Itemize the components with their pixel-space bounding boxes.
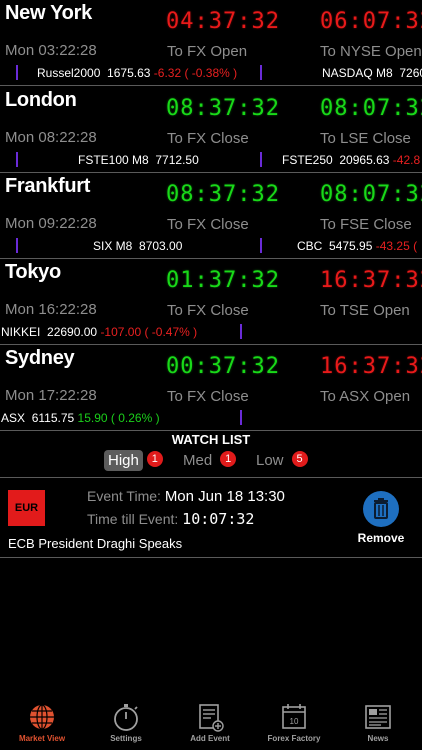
remove-button[interactable]: Remove bbox=[357, 491, 405, 546]
ticker-item: NASDAQ M8 7260 bbox=[322, 66, 422, 80]
calendar-icon: 10 bbox=[282, 704, 306, 729]
remove-label: Remove bbox=[357, 531, 405, 545]
tab-settings[interactable]: Settings bbox=[84, 700, 168, 743]
newspaper-icon bbox=[365, 705, 391, 729]
local-time: Mon 03:22:28 bbox=[5, 42, 97, 59]
fx-countdown: 00:37:32 bbox=[166, 354, 280, 379]
exchange-countdown: 16:37:32 bbox=[320, 268, 422, 293]
watch-list-title: WATCH LIST bbox=[171, 432, 251, 447]
ticker-divider bbox=[260, 238, 262, 253]
ticker-divider bbox=[16, 238, 18, 253]
ticker-divider bbox=[240, 410, 242, 425]
filter-high[interactable]: High 1 bbox=[104, 450, 163, 474]
tab-market-view[interactable]: Market View bbox=[0, 700, 84, 743]
tab-add-event[interactable]: Add Event bbox=[168, 700, 252, 743]
trash-icon bbox=[363, 491, 399, 527]
index-ticker: SIX M8 8703.00 CBC 5475.95 -43.25 ( bbox=[0, 236, 422, 256]
event-title: ECB President Draghi Speaks bbox=[8, 536, 183, 551]
exchange-countdown: 16:37:32 bbox=[320, 354, 422, 379]
fx-countdown-label: To FX Close bbox=[167, 388, 249, 405]
local-time: Mon 08:22:28 bbox=[5, 129, 97, 146]
fx-countdown-label: To FX Close bbox=[167, 130, 249, 147]
divider bbox=[0, 557, 422, 558]
count-badge: 1 bbox=[220, 451, 237, 467]
filter-label: Med bbox=[183, 452, 213, 469]
exchange-countdown: 08:07:32 bbox=[320, 182, 422, 207]
market-row-sydney[interactable]: Sydney 00:37:32 16:37:32 Mon 17:22:28 To… bbox=[0, 345, 422, 431]
local-time: Mon 09:22:28 bbox=[5, 215, 97, 232]
city-name: New York bbox=[5, 2, 92, 24]
ticker-item: Russel2000 1675.63 -6.32 ( -0.38% ) bbox=[37, 66, 238, 80]
tab-label: News bbox=[367, 734, 389, 743]
ticker-item: CBC 5475.95 -43.25 ( bbox=[297, 239, 418, 253]
fx-countdown: 01:37:32 bbox=[166, 268, 280, 293]
index-ticker: ASX 6115.75 15.90 ( 0.26% ) bbox=[0, 408, 422, 428]
exchange-countdown-label: To ASX Open bbox=[320, 388, 411, 405]
fx-countdown-label: To FX Close bbox=[167, 216, 249, 233]
tab-label: Forex Factory bbox=[267, 734, 321, 743]
city-name: Frankfurt bbox=[5, 175, 91, 197]
row-separator bbox=[0, 85, 422, 86]
count-badge: 1 bbox=[146, 451, 163, 467]
index-ticker: Russel2000 1675.63 -6.32 ( -0.38% ) NASD… bbox=[0, 63, 422, 83]
globe-icon bbox=[30, 704, 54, 730]
ticker-item: NIKKEI 22690.00 -107.00 ( -0.47% ) bbox=[1, 325, 198, 339]
ticker-item: FSTE250 20965.63 -42.8 bbox=[282, 153, 421, 167]
filter-med[interactable]: Med 1 bbox=[179, 450, 237, 474]
city-name: London bbox=[5, 89, 77, 111]
ticker-divider bbox=[16, 65, 18, 80]
market-row-london[interactable]: London 08:37:32 08:07:32 Mon 08:22:28 To… bbox=[0, 87, 422, 173]
market-row-new-york[interactable]: New York 04:37:32 06:07:32 Mon 03:22:28 … bbox=[0, 0, 422, 86]
currency-flag: EUR bbox=[8, 490, 45, 526]
ticker-divider bbox=[16, 152, 18, 167]
market-row-tokyo[interactable]: Tokyo 01:37:32 16:37:32 Mon 16:22:28 To … bbox=[0, 259, 422, 345]
city-name: Sydney bbox=[5, 347, 75, 369]
exchange-countdown-label: To LSE Close bbox=[320, 130, 411, 147]
event-time: Event Time: Mon Jun 18 13:30 bbox=[87, 488, 285, 505]
fx-countdown: 08:37:32 bbox=[166, 182, 280, 207]
ticker-divider bbox=[240, 324, 242, 339]
exchange-countdown-label: To NYSE Open bbox=[320, 43, 422, 60]
watch-list-header: WATCH LIST High 1 Med 1 Low 5 bbox=[0, 429, 422, 477]
fx-countdown: 04:37:32 bbox=[166, 9, 280, 34]
exchange-countdown-label: To TSE Open bbox=[320, 302, 410, 319]
index-ticker: NIKKEI 22690.00 -107.00 ( -0.47% ) bbox=[0, 322, 422, 342]
filter-label: High bbox=[104, 450, 143, 471]
tab-label: Market View bbox=[18, 734, 66, 743]
filter-label: Low bbox=[256, 452, 284, 469]
count-badge: 5 bbox=[291, 451, 308, 467]
divider bbox=[0, 477, 422, 478]
ticker-divider bbox=[260, 152, 262, 167]
ticker-item: ASX 6115.75 15.90 ( 0.26% ) bbox=[1, 411, 160, 425]
fx-countdown: 08:37:32 bbox=[166, 96, 280, 121]
index-ticker: FSTE100 M8 7712.50 FSTE250 20965.63 -42.… bbox=[0, 150, 422, 170]
local-time: Mon 17:22:28 bbox=[5, 387, 97, 404]
exchange-countdown: 06:07:32 bbox=[320, 9, 422, 34]
exchange-countdown-label: To FSE Close bbox=[320, 216, 412, 233]
time-till-event: Time till Event: 10:07:32 bbox=[87, 510, 255, 528]
exchange-countdown: 08:07:32 bbox=[320, 96, 422, 121]
ticker-item: FSTE100 M8 7712.50 bbox=[78, 153, 199, 167]
tab-label: Settings bbox=[110, 734, 142, 743]
ticker-divider bbox=[260, 65, 262, 80]
tab-bar: Market View Settings Add Event 10 Forex … bbox=[0, 694, 422, 750]
tab-label: Add Event bbox=[190, 734, 230, 743]
filter-low[interactable]: Low 5 bbox=[252, 450, 308, 474]
ticker-item: SIX M8 8703.00 bbox=[93, 239, 183, 253]
event-row[interactable]: EUR Event Time: Mon Jun 18 13:30 Time ti… bbox=[0, 477, 422, 558]
tab-news[interactable]: News bbox=[336, 700, 420, 743]
fx-countdown-label: To FX Open bbox=[167, 43, 248, 60]
city-name: Tokyo bbox=[5, 261, 61, 283]
tab-forex-factory[interactable]: 10 Forex Factory bbox=[252, 700, 336, 743]
svg-text:10: 10 bbox=[290, 717, 299, 726]
local-time: Mon 16:22:28 bbox=[5, 301, 97, 318]
market-row-frankfurt[interactable]: Frankfurt 08:37:32 08:07:32 Mon 09:22:28… bbox=[0, 173, 422, 259]
fx-countdown-label: To FX Close bbox=[167, 302, 249, 319]
stopwatch-icon bbox=[114, 704, 138, 731]
add-event-icon bbox=[199, 704, 224, 732]
